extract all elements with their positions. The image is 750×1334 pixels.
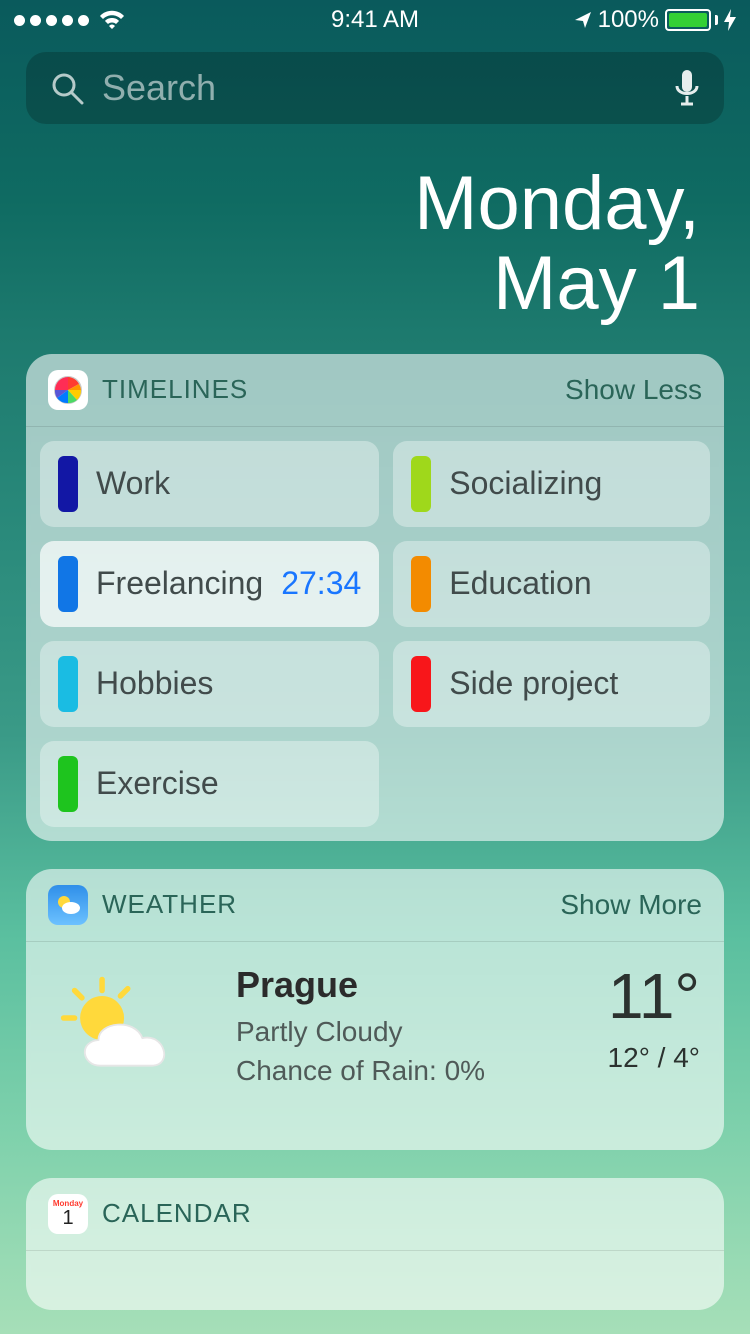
calendar-title: CALENDAR xyxy=(102,1198,702,1229)
date-weekday: Monday, xyxy=(50,164,700,244)
tile-label: Socializing xyxy=(449,465,692,502)
microphone-icon[interactable] xyxy=(674,68,700,108)
weather-condition: Partly Cloudy xyxy=(236,1012,572,1051)
battery-percent: 100% xyxy=(598,6,659,34)
search-input[interactable] xyxy=(102,67,656,109)
tile-color-swatch xyxy=(58,456,78,512)
weather-header[interactable]: WEATHER Show More xyxy=(26,869,724,941)
weather-body[interactable]: Prague Partly Cloudy Chance of Rain: 0% … xyxy=(26,941,724,1150)
charging-icon xyxy=(724,9,736,31)
timeline-tile[interactable]: Work xyxy=(40,441,379,527)
weather-rain: Chance of Rain: 0% xyxy=(236,1051,572,1090)
calendar-widget: Monday 1 CALENDAR xyxy=(26,1178,724,1310)
date-month-day: May 1 xyxy=(50,244,700,324)
tile-label: Side project xyxy=(449,665,692,702)
tile-label: Education xyxy=(449,565,692,602)
tile-label: Hobbies xyxy=(96,665,361,702)
timeline-tile[interactable]: Socializing xyxy=(393,441,710,527)
weather-temp-hilo: 12° / 4° xyxy=(608,1042,700,1074)
timeline-tile[interactable]: Exercise xyxy=(40,741,379,827)
timelines-toggle[interactable]: Show Less xyxy=(565,374,702,406)
wifi-icon xyxy=(99,10,125,30)
calendar-header[interactable]: Monday 1 CALENDAR xyxy=(26,1178,724,1250)
status-left xyxy=(14,10,125,30)
search-bar[interactable] xyxy=(26,52,724,124)
calendar-app-icon: Monday 1 xyxy=(48,1194,88,1234)
tile-color-swatch xyxy=(411,556,431,612)
timelines-widget: TIMELINES Show Less Work Socializing Freel… xyxy=(26,354,724,841)
status-right: 100% xyxy=(574,6,736,34)
weather-toggle[interactable]: Show More xyxy=(560,889,702,921)
status-bar: 9:41 AM 100% xyxy=(0,0,750,40)
weather-app-icon xyxy=(48,885,88,925)
timelines-title: TIMELINES xyxy=(102,374,551,405)
timeline-tile[interactable]: Hobbies xyxy=(40,641,379,727)
partly-cloudy-icon xyxy=(50,964,200,1084)
calendar-body[interactable] xyxy=(26,1250,724,1310)
timelines-header[interactable]: TIMELINES Show Less xyxy=(26,354,724,426)
location-icon xyxy=(574,11,592,29)
weather-widget: WEATHER Show More Prague Partly Cloudy C… xyxy=(26,869,724,1150)
battery-icon xyxy=(665,9,718,31)
weather-temp-current: 11° xyxy=(608,964,700,1028)
status-time: 9:41 AM xyxy=(331,6,419,34)
tile-color-swatch xyxy=(411,456,431,512)
timelines-tiles: Work Socializing Freelancing 27:34 Education… xyxy=(40,441,710,827)
tile-color-swatch xyxy=(411,656,431,712)
tile-color-swatch xyxy=(58,656,78,712)
tile-label: Work xyxy=(96,465,361,502)
search-icon xyxy=(50,71,84,105)
tile-color-swatch xyxy=(58,756,78,812)
timeline-tile[interactable]: Freelancing 27:34 xyxy=(40,541,379,627)
tile-label: Freelancing xyxy=(96,565,263,602)
timeline-tile[interactable]: Side project xyxy=(393,641,710,727)
timelines-app-icon xyxy=(48,370,88,410)
tile-timer: 27:34 xyxy=(281,565,361,602)
tile-label: Exercise xyxy=(96,765,361,802)
timeline-tile[interactable]: Education xyxy=(393,541,710,627)
date-display: Monday, May 1 xyxy=(0,124,750,354)
tile-color-swatch xyxy=(58,556,78,612)
weather-location: Prague xyxy=(236,964,572,1006)
weather-title: WEATHER xyxy=(102,889,546,920)
signal-strength-icon xyxy=(14,15,89,26)
